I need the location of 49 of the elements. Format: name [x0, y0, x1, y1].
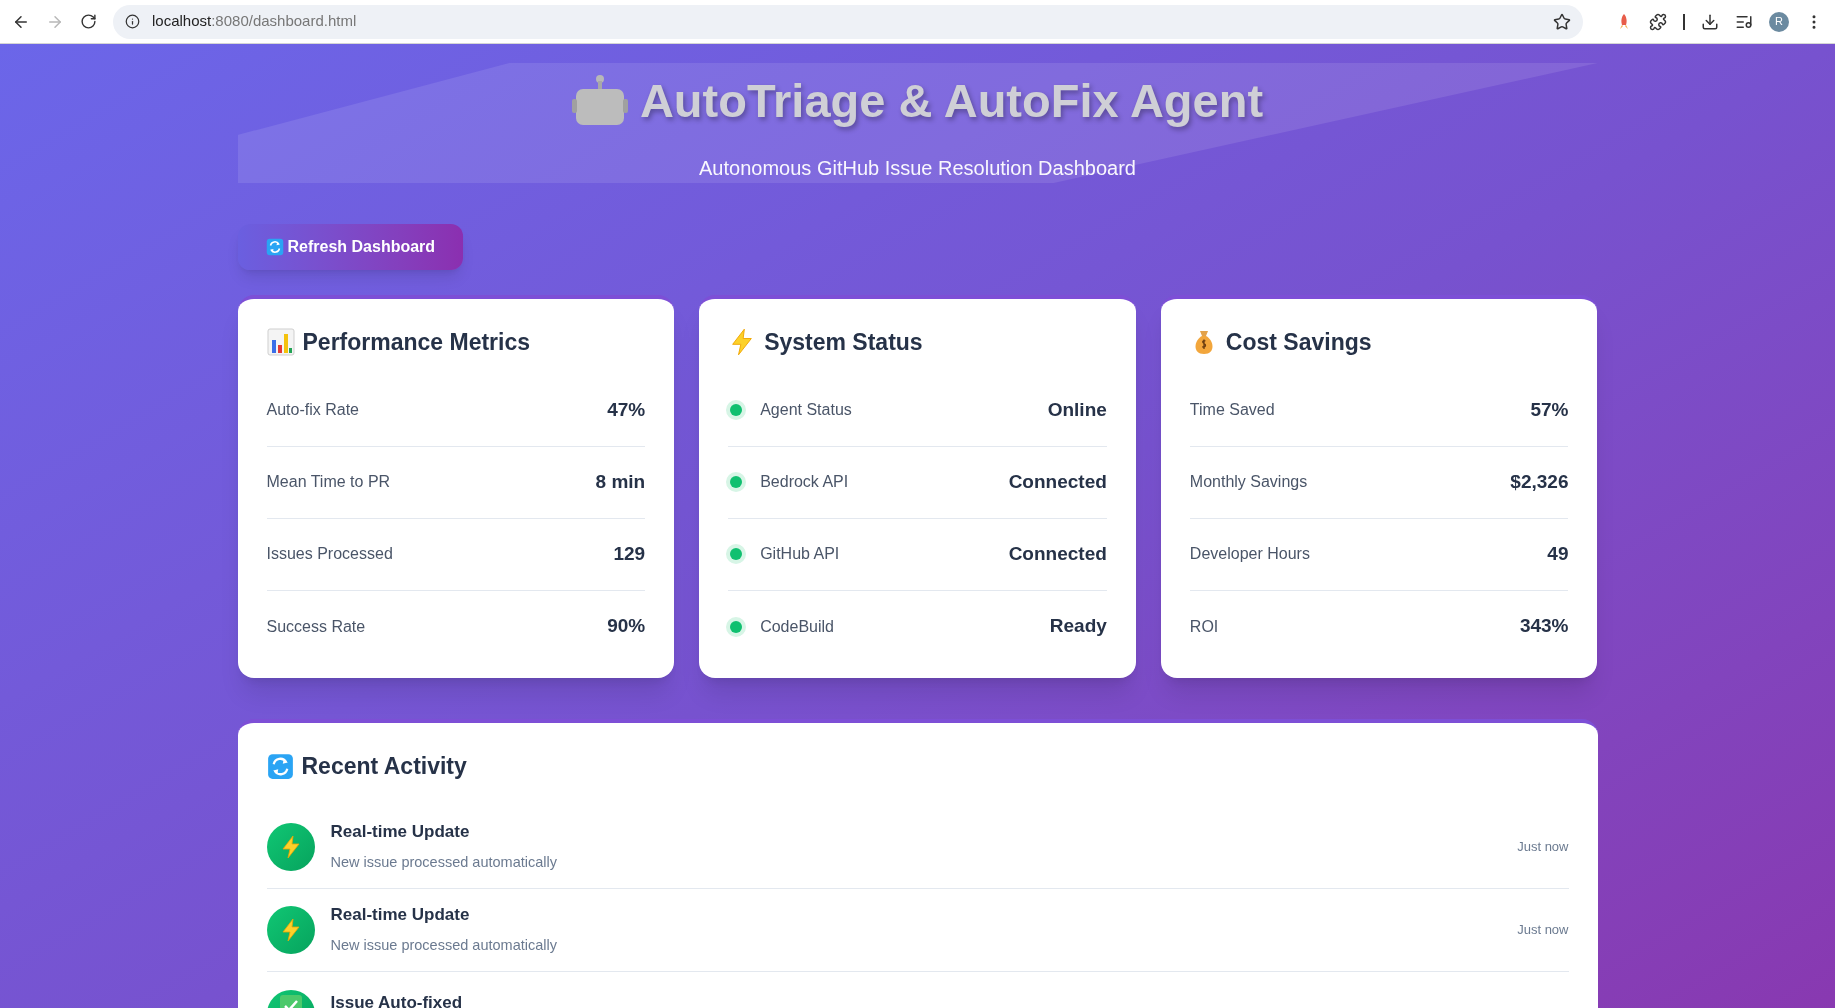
refresh-icon [265, 238, 284, 256]
url-text: localhost:8080/dashboard.html [152, 11, 357, 32]
metric-value: Online [1047, 397, 1107, 422]
activity-title: Issue Auto-fixed [330, 991, 463, 1008]
reload-icon[interactable] [80, 13, 97, 30]
metric-value: Connected [1008, 541, 1107, 566]
metric-label: Issues Processed [266, 544, 393, 564]
profile-avatar[interactable]: R [1769, 11, 1789, 32]
metric-value: 8 min [595, 469, 646, 494]
metric-label: Success Rate [266, 616, 366, 637]
refresh-icon [266, 752, 294, 780]
address-bar[interactable]: localhost:8080/dashboard.html [113, 4, 1583, 39]
metric-label: Time Saved [1189, 400, 1275, 420]
metric-label: Mean Time to PR [266, 472, 391, 492]
activity-description: New issue processed automatically [330, 936, 557, 956]
metric-label: Bedrock API [760, 472, 849, 492]
metric-value: 47% [607, 397, 646, 422]
download-icon[interactable] [1701, 12, 1719, 31]
metric-value: Ready [1049, 614, 1107, 639]
activity-description: New issue processed automatically [330, 853, 557, 873]
metric-value: Connected [1008, 469, 1107, 494]
metric-label: CodeBuild [760, 616, 834, 637]
metric-label: Auto-fix Rate [266, 400, 359, 420]
card-title: Performance Metrics [302, 328, 531, 357]
metric-label: Developer Hours [1189, 544, 1310, 564]
metric-label: GitHub API [760, 544, 840, 564]
site-info-icon[interactable] [125, 14, 140, 29]
metric-value: 343% [1519, 614, 1569, 639]
metric-value: 90% [607, 614, 646, 639]
dashboard-title: AutoTriage & AutoFix Agent [639, 73, 1264, 129]
metric-value: 57% [1530, 397, 1569, 422]
card-title: Cost Savings [1225, 328, 1372, 357]
metric-label: Agent Status [760, 400, 852, 420]
activity-title: Real-time Update [330, 903, 471, 926]
activity-time: Just now [1517, 920, 1569, 939]
dashboard-subtitle: Autonomous GitHub Issue Resolution Dashboard [699, 155, 1136, 181]
metric-value: 129 [613, 541, 646, 566]
metric-label: ROI [1189, 616, 1219, 637]
metric-value: $2,326 [1510, 469, 1569, 494]
metric-value: 49 [1547, 541, 1569, 566]
bookmark-star-icon[interactable] [1553, 12, 1571, 31]
card-title: Recent Activity [301, 752, 467, 781]
card-title: System Status [764, 328, 923, 357]
refresh-button[interactable]: Refresh Dashboard [237, 224, 464, 270]
extensions-icon[interactable] [1649, 12, 1667, 31]
activity-time: Just now [1517, 837, 1569, 856]
metric-label: Monthly Savings [1189, 472, 1308, 492]
activity-title: Real-time Update [330, 820, 471, 843]
bar-chart-icon [266, 328, 295, 357]
